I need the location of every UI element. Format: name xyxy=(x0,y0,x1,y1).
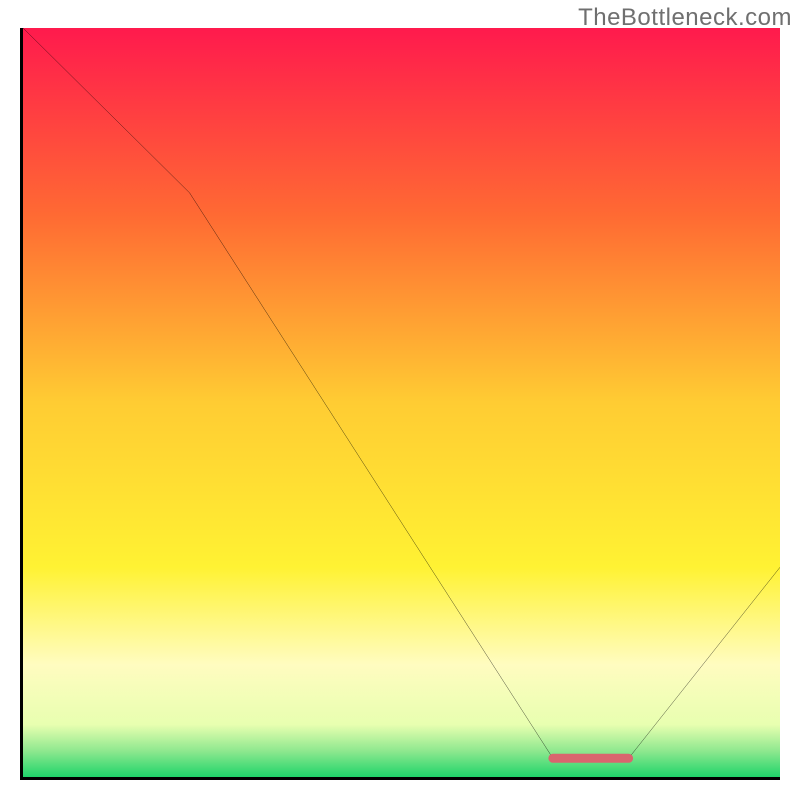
bottleneck-curve xyxy=(23,28,780,758)
chart-container: TheBottleneck.com xyxy=(0,0,800,800)
chart-line-layer xyxy=(23,28,780,777)
plot-axes xyxy=(20,28,780,780)
